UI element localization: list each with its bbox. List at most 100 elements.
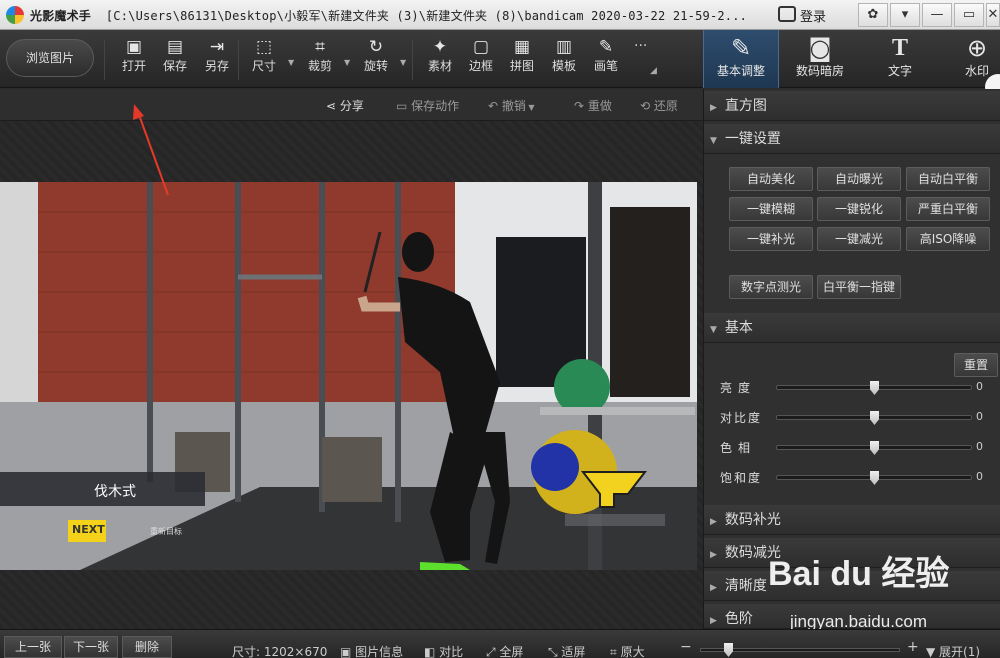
save-action-button[interactable]: ▭ 保存动作 bbox=[396, 97, 459, 114]
expanded-arrow-icon: ▼ bbox=[710, 136, 717, 146]
auto-exposure-button[interactable]: 自动曝光 bbox=[817, 167, 901, 191]
app-logo-icon bbox=[6, 6, 24, 24]
crop-button[interactable]: ⌗ 裁剪 bbox=[298, 36, 342, 84]
compare-label: 对比 bbox=[439, 645, 464, 658]
open-label: 打开 bbox=[121, 59, 146, 73]
template-button[interactable]: ▥ 模板 bbox=[542, 36, 586, 84]
browse-images-button[interactable]: 浏览图片 bbox=[6, 39, 94, 77]
undo-button[interactable]: ↶ 撤销 ▼ bbox=[488, 97, 535, 114]
photo-caption: 伐木式 bbox=[94, 484, 136, 500]
save-as-button[interactable]: ⇥ 另存 bbox=[195, 36, 239, 84]
saturation-value: 0 bbox=[976, 470, 983, 483]
rotate-dropdown-icon[interactable]: ▼ bbox=[400, 58, 406, 67]
close-button[interactable]: ✕ bbox=[986, 3, 1000, 27]
tab-basic-adjust[interactable]: ✎ 基本调整 bbox=[703, 30, 779, 88]
delete-button[interactable]: 删除 bbox=[122, 636, 172, 658]
one-click-reduce-light-button[interactable]: 一键减光 bbox=[817, 227, 901, 251]
image-size: 尺寸: 1202×670 bbox=[232, 645, 328, 658]
auto-beautify-button[interactable]: 自动美化 bbox=[729, 167, 813, 191]
basic-adjust-icon: ✎ bbox=[730, 34, 752, 62]
tab-basic-adjust-label: 基本调整 bbox=[716, 64, 765, 78]
skin-button[interactable]: ✿ bbox=[858, 3, 888, 27]
save-label: 保存 bbox=[162, 59, 187, 73]
tab-darkroom[interactable]: ◙ 数码暗房 bbox=[782, 30, 858, 88]
photo[interactable]: 伐木式 NEXT 重新目标 bbox=[0, 182, 697, 570]
minimize-button[interactable]: — bbox=[922, 3, 952, 27]
title-bar: 光影魔术手 [C:\Users\86131\Desktop\小毅军\新建文件夹 … bbox=[0, 0, 1000, 30]
expand-toolbar-icon[interactable]: ◢ bbox=[650, 66, 657, 76]
restore-button[interactable]: ⟲ 还原 bbox=[640, 97, 678, 114]
status-bar: 上一张 下一张 删除 尺寸: 1202×670 ▣ 图片信息 ◧ 对比 ⤢ 全屏… bbox=[0, 629, 1000, 658]
collage-button[interactable]: ▦ 拼图 bbox=[500, 36, 544, 84]
spot-metering-button[interactable]: 数字点测光 bbox=[729, 275, 813, 299]
border-button[interactable]: ▢ 边框 bbox=[459, 36, 503, 84]
fullscreen-button[interactable]: ⤢ 全屏 bbox=[486, 643, 523, 658]
reset-button[interactable]: 重置 bbox=[954, 353, 998, 377]
one-click-fill-light-button[interactable]: 一键补光 bbox=[729, 227, 813, 251]
one-click-blur-button[interactable]: 一键模糊 bbox=[729, 197, 813, 221]
resize-dropdown-icon[interactable]: ▼ bbox=[288, 58, 294, 67]
section-basic[interactable]: ▼ 基本 bbox=[704, 313, 1000, 343]
section-oneclick[interactable]: ▼ 一键设置 bbox=[704, 124, 1000, 154]
save-action-icon: ▭ bbox=[396, 99, 412, 113]
high-iso-denoise-button[interactable]: 高ISO降噪 bbox=[906, 227, 990, 251]
section-histogram[interactable]: ▶ 直方图 bbox=[704, 91, 1000, 121]
brightness-value: 0 bbox=[976, 380, 983, 393]
resize-icon: ⬚ bbox=[255, 37, 273, 57]
login-link[interactable]: 登录 bbox=[800, 6, 826, 25]
maximize-button[interactable]: ▭ bbox=[954, 3, 984, 27]
gym-photo-illustration bbox=[0, 182, 697, 570]
hue-value: 0 bbox=[976, 440, 983, 453]
zoom-slider-thumb[interactable] bbox=[724, 643, 733, 657]
redo-button[interactable]: ↷ 重做 bbox=[574, 97, 612, 114]
login-icon[interactable] bbox=[778, 6, 796, 22]
brightness-slider-thumb[interactable] bbox=[870, 381, 879, 395]
open-button[interactable]: ▣ 打开 bbox=[112, 36, 156, 84]
resize-button[interactable]: ⬚ 尺寸 bbox=[242, 36, 286, 84]
main-toolbar: 浏览图片 ▣ 打开 ▤ 保存 ⇥ 另存 ⬚ 尺寸 ▼ ⌗ 裁剪 ▼ ↻ 旋转 ▼ ✦ 素材 ▢… bbox=[0, 30, 1000, 100]
prev-image-button[interactable]: 上一张 bbox=[4, 636, 62, 658]
material-icon: ✦ bbox=[432, 37, 448, 57]
more-tools-button[interactable]: ··· bbox=[634, 38, 647, 54]
material-label: 素材 bbox=[427, 59, 452, 73]
app-name: 光影魔术手 bbox=[30, 9, 92, 23]
one-click-sharpen-button[interactable]: 一键锐化 bbox=[817, 197, 901, 221]
expand-filmstrip-button[interactable]: ▼ 展开(1) bbox=[926, 643, 980, 658]
crop-dropdown-icon[interactable]: ▼ bbox=[344, 58, 350, 67]
undo-dropdown-icon[interactable]: ▼ bbox=[526, 103, 534, 112]
original-size-button[interactable]: ⌗ 原大 bbox=[610, 643, 645, 658]
collapsed-arrow-icon: ▶ bbox=[710, 103, 717, 113]
rotate-button[interactable]: ↻ 旋转 bbox=[354, 36, 398, 84]
collage-label: 拼图 bbox=[509, 59, 534, 73]
zoom-out-icon[interactable]: − bbox=[680, 639, 692, 655]
saturation-slider-thumb[interactable] bbox=[870, 471, 879, 485]
white-balance-picker-button[interactable]: 白平衡一指键 bbox=[817, 275, 901, 299]
section-fill-light[interactable]: ▶ 数码补光 bbox=[704, 505, 1000, 535]
share-button[interactable]: ⋖ 分享 bbox=[326, 97, 364, 114]
fit-screen-button[interactable]: ⤡ 适屏 bbox=[548, 643, 585, 658]
text-icon: T bbox=[891, 35, 908, 61]
brush-button[interactable]: ✎ 画笔 bbox=[584, 36, 628, 84]
crop-label: 裁剪 bbox=[307, 59, 332, 73]
auto-white-balance-button[interactable]: 自动白平衡 bbox=[906, 167, 990, 191]
border-icon: ▢ bbox=[472, 37, 490, 57]
section-levels-label: 色阶 bbox=[724, 611, 753, 627]
save-action-label: 保存动作 bbox=[411, 99, 460, 113]
menu-button[interactable]: ▾ bbox=[890, 3, 920, 27]
next-image-button[interactable]: 下一张 bbox=[64, 636, 118, 658]
compare-button[interactable]: ◧ 对比 bbox=[424, 643, 463, 658]
hue-slider-thumb[interactable] bbox=[870, 441, 879, 455]
contrast-slider-thumb[interactable] bbox=[870, 411, 879, 425]
zoom-in-icon[interactable]: + bbox=[907, 639, 919, 655]
resize-label: 尺寸 bbox=[251, 59, 276, 73]
saturation-label: 饱和度 bbox=[720, 471, 763, 485]
restore-label: 还原 bbox=[653, 99, 678, 113]
severe-white-balance-button[interactable]: 严重白平衡 bbox=[906, 197, 990, 221]
share-icon: ⋖ bbox=[326, 99, 340, 113]
toolbar-divider bbox=[238, 40, 239, 80]
image-info-button[interactable]: ▣ 图片信息 bbox=[340, 643, 403, 658]
image-info-label: 图片信息 bbox=[355, 645, 404, 658]
save-button[interactable]: ▤ 保存 bbox=[153, 36, 197, 84]
tab-text[interactable]: T 文字 bbox=[862, 30, 938, 88]
material-button[interactable]: ✦ 素材 bbox=[418, 36, 462, 84]
